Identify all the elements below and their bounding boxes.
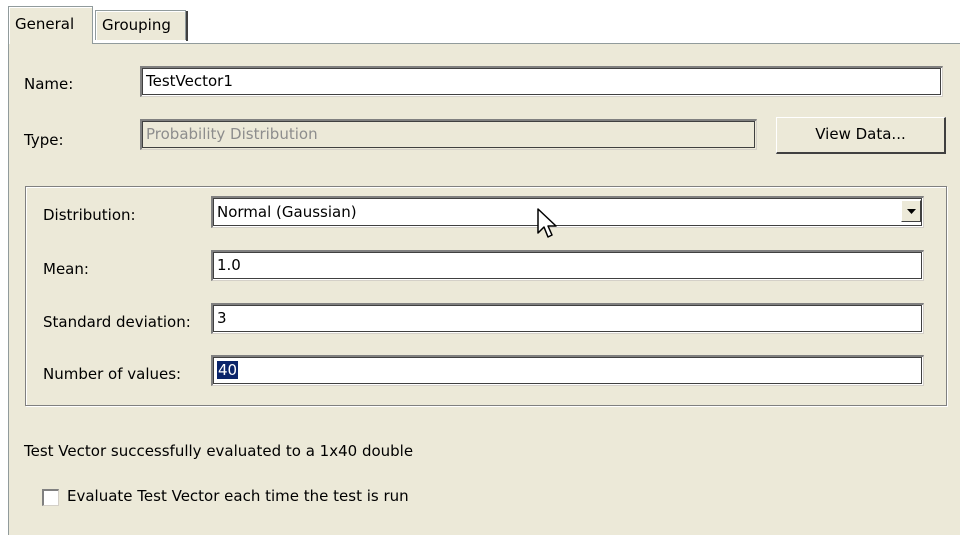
type-value: Probability Distribution — [146, 125, 318, 143]
evaluate-checkbox[interactable] — [42, 489, 59, 506]
count-label: Number of values: — [43, 365, 182, 383]
tab-grouping-label: Grouping — [102, 16, 171, 34]
std-label: Standard deviation: — [43, 313, 191, 331]
distribution-value: Normal (Gaussian) — [217, 203, 357, 221]
tab-strip: Grouping General — [0, 0, 960, 44]
name-label: Name: — [24, 75, 74, 93]
name-input[interactable]: TestVector1 — [140, 66, 943, 97]
distribution-group: Distribution: Normal (Gaussian) Mean: 1.… — [25, 186, 947, 406]
general-tab-panel: Name: TestVector1 Type: Probability Dist… — [8, 43, 960, 535]
dropdown-button[interactable] — [901, 200, 921, 222]
tab-general[interactable]: General — [8, 6, 93, 44]
chevron-down-icon — [907, 209, 916, 214]
view-data-button[interactable]: View Data... — [776, 117, 946, 154]
count-value: 40 — [217, 361, 239, 379]
tab-general-label: General — [15, 15, 75, 33]
count-input[interactable]: 40 — [211, 355, 924, 386]
name-value: TestVector1 — [146, 72, 233, 90]
test-vector-dialog: Grouping General Name: TestVector1 Type:… — [0, 0, 960, 535]
status-message: Test Vector successfully evaluated to a … — [24, 442, 414, 460]
mouse-pointer-icon — [537, 208, 557, 238]
distribution-select[interactable]: Normal (Gaussian) — [211, 196, 924, 228]
mean-input[interactable]: 1.0 — [211, 250, 924, 281]
mean-label: Mean: — [43, 260, 89, 278]
std-value: 3 — [217, 309, 227, 327]
tab-grouping[interactable]: Grouping — [95, 10, 188, 41]
type-label: Type: — [24, 131, 64, 149]
type-field: Probability Distribution — [140, 119, 757, 150]
view-data-label: View Data... — [815, 125, 906, 143]
distribution-label: Distribution: — [43, 206, 136, 224]
evaluate-label[interactable]: Evaluate Test Vector each time the test … — [67, 487, 409, 505]
std-input[interactable]: 3 — [211, 303, 924, 334]
mean-value: 1.0 — [217, 256, 241, 274]
